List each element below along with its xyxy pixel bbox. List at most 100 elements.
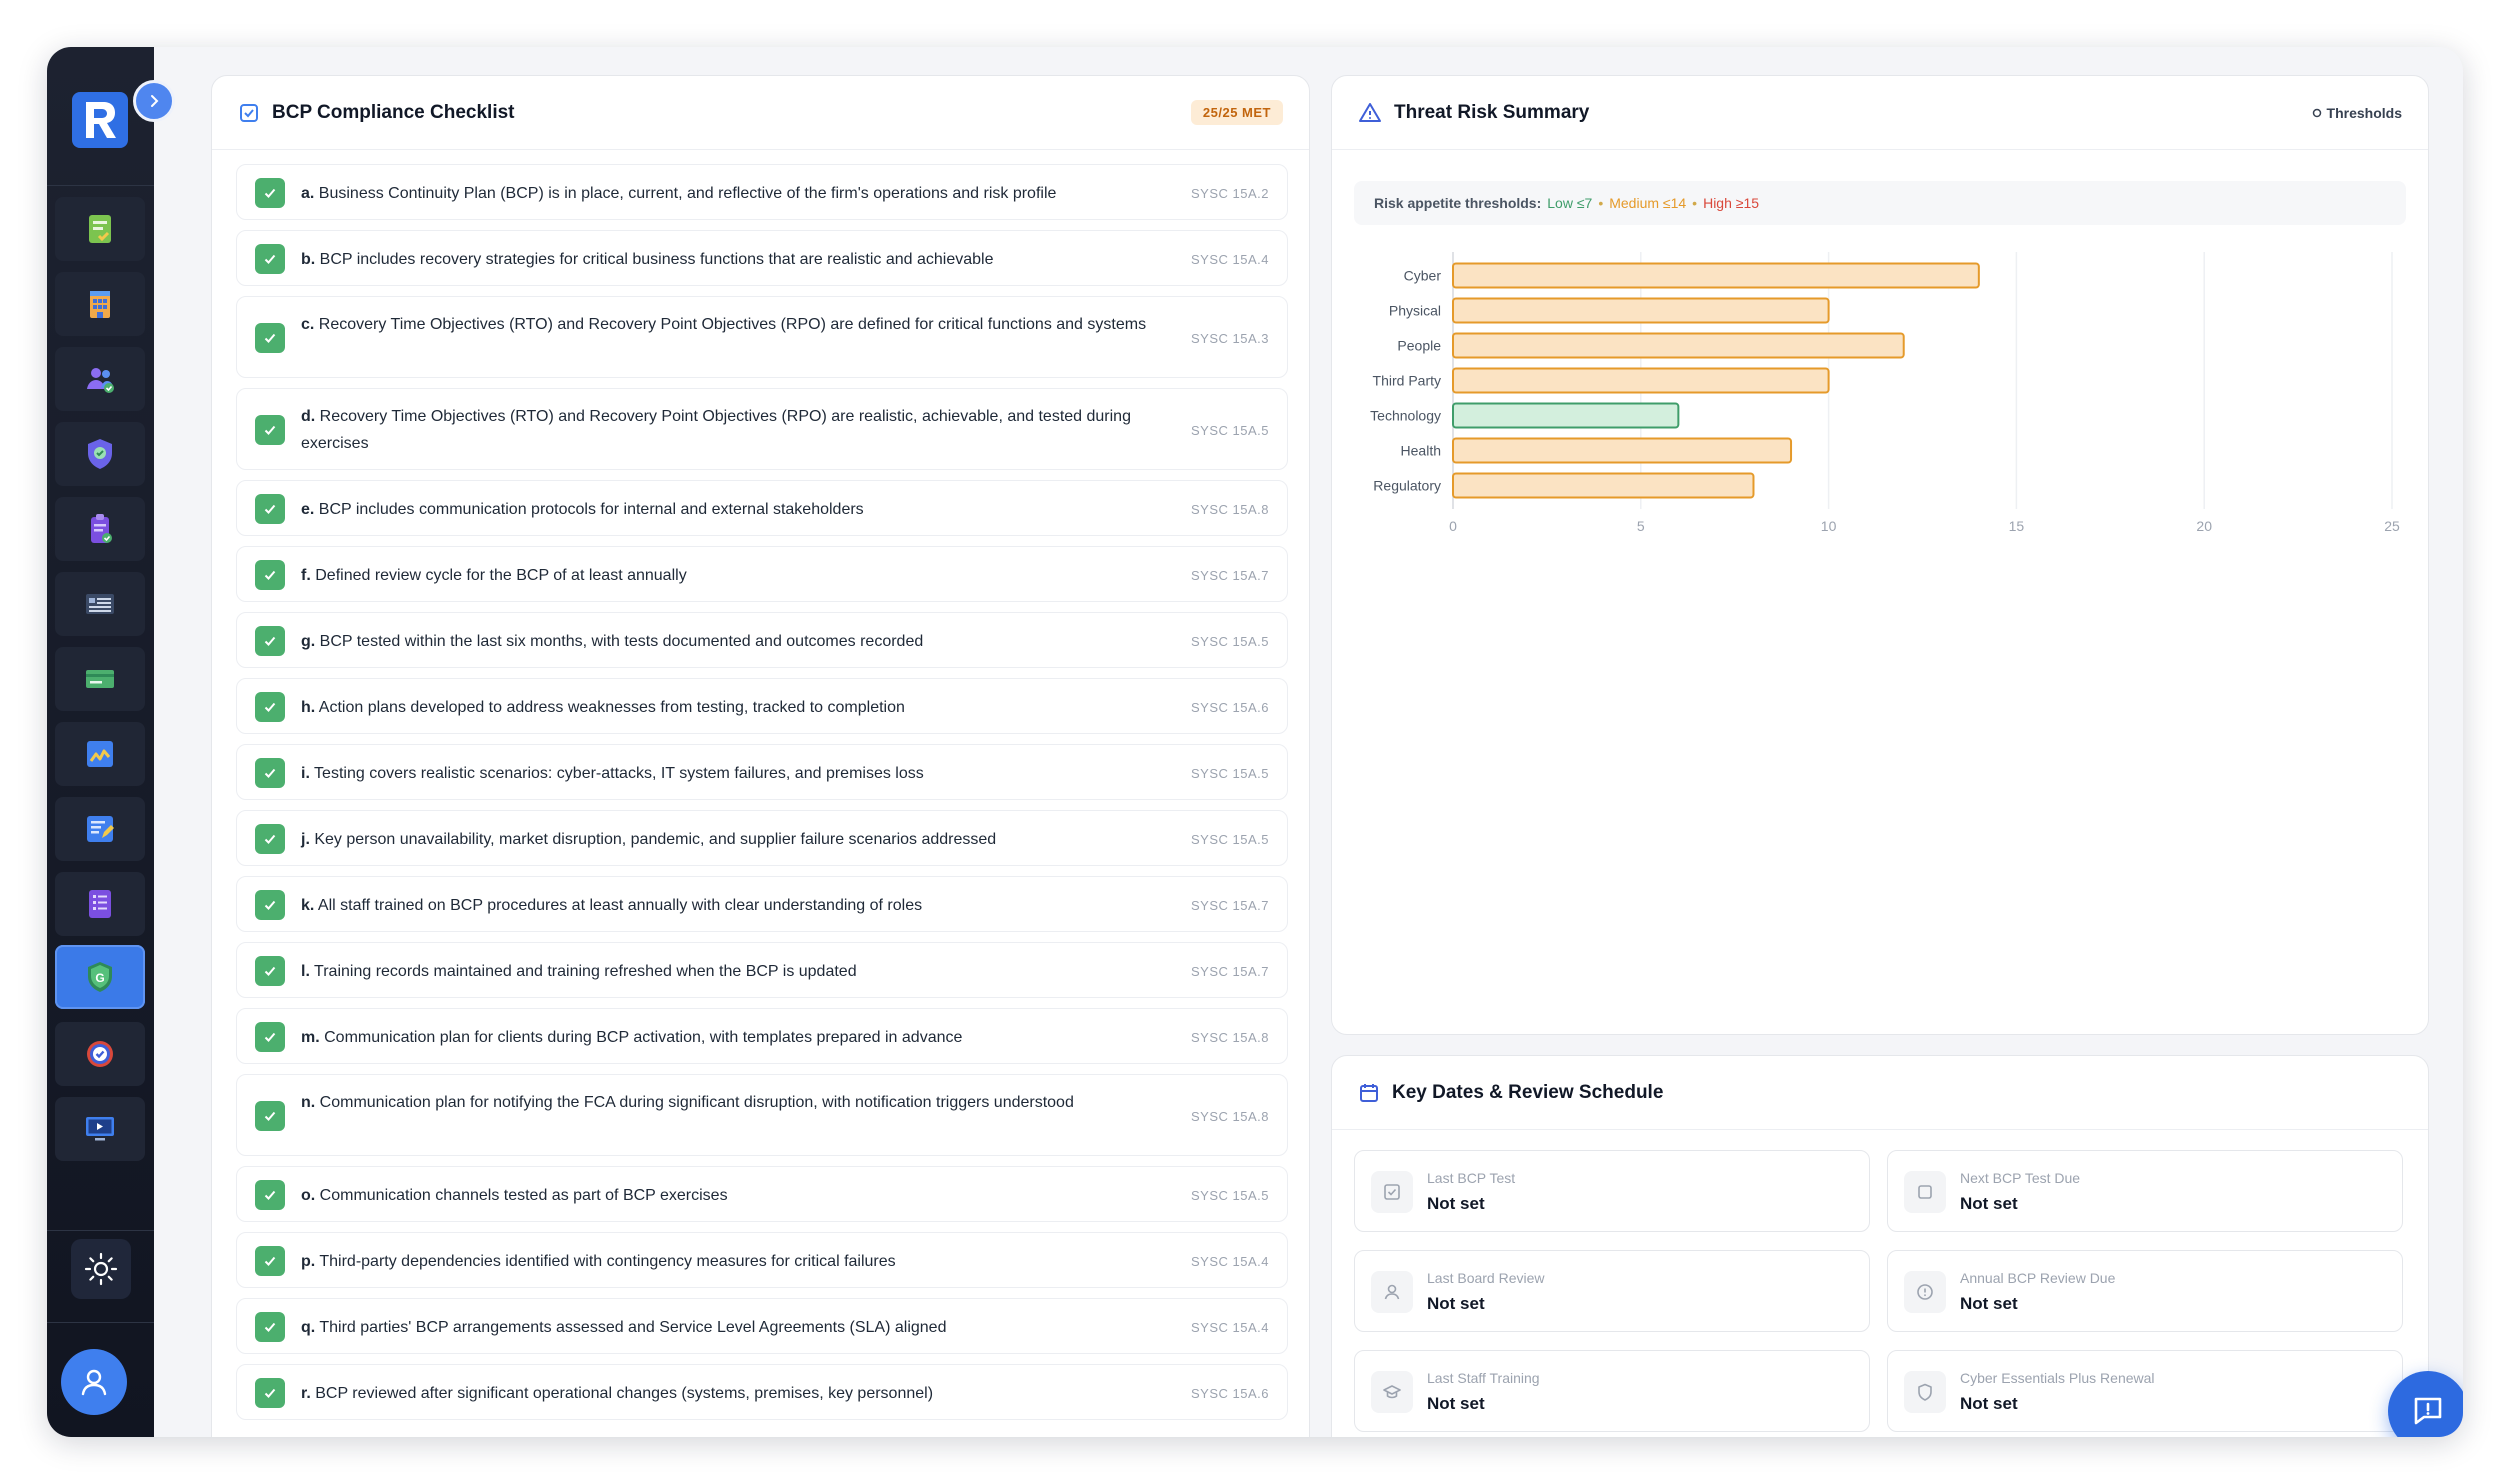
checklist-item-text: f. Defined review cycle for the BCP of a… (301, 562, 1181, 589)
risk-bar[interactable] (1452, 297, 1830, 324)
checklist-item-key: p. (301, 1252, 316, 1270)
checklist-item-key: g. (301, 632, 316, 650)
nav-item-business-continuity[interactable]: G (55, 945, 145, 1009)
nav-item-audit[interactable] (55, 1022, 145, 1086)
checklist-item-key: n. (301, 1094, 316, 1111)
nav-item-security[interactable] (55, 422, 145, 486)
key-date-card[interactable]: Cyber Essentials Plus Renewal Not set (1887, 1350, 2403, 1432)
risk-bar[interactable] (1452, 332, 1905, 359)
checklist-checkbox[interactable] (255, 758, 285, 788)
key-date-icon-box (1371, 1371, 1413, 1413)
checklist-item-key: e. (301, 500, 315, 518)
checklist-item: a. Business Continuity Plan (BCP) is in … (236, 164, 1288, 220)
task-list-icon (89, 890, 111, 918)
checklist-item-reference: SYSC 15A.2 (1191, 185, 1269, 201)
checklist-checkbox[interactable] (255, 1101, 285, 1131)
risk-bar[interactable] (1452, 402, 1680, 429)
checklist-item-label: Recovery Time Objectives (RTO) and Recov… (301, 408, 1131, 452)
checklist-checkbox[interactable] (255, 560, 285, 590)
checklist-checkbox[interactable] (255, 692, 285, 722)
check-icon (264, 1190, 276, 1200)
square-icon (1918, 1185, 1932, 1199)
checklist-item-key: d. (301, 408, 316, 425)
checklist-item: r. BCP reviewed after significant operat… (236, 1364, 1288, 1420)
thresholds-button[interactable]: Thresholds (2312, 105, 2402, 121)
nav-item-forms[interactable] (55, 797, 145, 861)
risk-bar[interactable] (1452, 367, 1830, 394)
checklist-item-reference: SYSC 15A.8 (1191, 1029, 1269, 1045)
sidebar-divider (47, 1230, 154, 1231)
checklist-item: o. Communication channels tested as part… (236, 1166, 1288, 1222)
checklist-checkbox[interactable] (255, 494, 285, 524)
checklist-item-reference: SYSC 15A.4 (1191, 1253, 1269, 1269)
calendar-icon (1360, 1083, 1378, 1102)
user-avatar-button[interactable] (61, 1349, 127, 1415)
checklist-checkbox[interactable] (255, 323, 285, 353)
checklist-item-text: r. BCP reviewed after significant operat… (301, 1380, 1181, 1407)
checklist-checkbox[interactable] (255, 956, 285, 986)
theme-toggle-button[interactable] (71, 1239, 131, 1299)
checklist-item: l. Training records maintained and train… (236, 942, 1288, 998)
shield-check-icon (88, 439, 112, 469)
nav-item-policies[interactable] (55, 197, 145, 261)
checklist-item-text: j. Key person unavailability, market dis… (301, 826, 1181, 853)
checklist-item-reference: SYSC 15A.6 (1191, 1385, 1269, 1401)
checklist-item-label: Communication channels tested as part of… (319, 1186, 728, 1204)
nav-item-payments[interactable] (55, 647, 145, 711)
key-date-card[interactable]: Annual BCP Review Due Not set (1887, 1250, 2403, 1332)
checklist-checkbox[interactable] (255, 415, 285, 445)
key-date-card[interactable]: Next BCP Test Due Not set (1887, 1150, 2403, 1232)
checklist-item: b. BCP includes recovery strategies for … (236, 230, 1288, 286)
key-date-label: Annual BCP Review Due (1960, 1270, 2116, 1286)
key-date-value: Not set (1427, 1194, 1485, 1213)
checklist-checkbox[interactable] (255, 824, 285, 854)
sidebar-collapse-button[interactable] (133, 80, 175, 122)
y-category-label: Cyber (1404, 268, 1442, 284)
card-icon (86, 670, 114, 688)
checklist-item-label: Defined review cycle for the BCP of at l… (315, 566, 687, 584)
nav-item-training[interactable] (55, 1097, 145, 1161)
key-date-card[interactable]: Last Staff Training Not set (1354, 1350, 1870, 1432)
checklist-item-label: Key person unavailability, market disrup… (314, 830, 997, 848)
check-icon (264, 504, 276, 514)
risk-bar[interactable] (1452, 262, 1980, 289)
key-date-card[interactable]: Last Board Review Not set (1354, 1250, 1870, 1332)
check-icon (264, 636, 276, 646)
checklist-item-reference: SYSC 15A.5 (1191, 633, 1269, 649)
checklist-item-reference: SYSC 15A.3 (1191, 330, 1269, 346)
checklist-checkbox[interactable] (255, 1312, 285, 1342)
key-date-label: Last Staff Training (1427, 1370, 1540, 1386)
risk-bar[interactable] (1452, 437, 1793, 464)
user-icon (81, 1369, 107, 1396)
nav-item-tasks[interactable] (55, 872, 145, 936)
checklist-item: f. Defined review cycle for the BCP of a… (236, 546, 1288, 602)
monitor-play-icon (86, 1117, 114, 1141)
checklist-checkbox[interactable] (255, 1246, 285, 1276)
threat-header: Threat Risk Summary Thresholds (1332, 76, 2428, 150)
users-icon (87, 368, 114, 393)
risk-bar[interactable] (1452, 472, 1755, 499)
y-category-label: People (1397, 338, 1441, 354)
checklist-checkbox[interactable] (255, 178, 285, 208)
nav-item-people[interactable] (55, 347, 145, 411)
app-logo[interactable] (72, 92, 128, 148)
nav-item-reports[interactable] (55, 722, 145, 786)
checklist-checkbox[interactable] (255, 1022, 285, 1052)
checklist-checkbox[interactable] (255, 626, 285, 656)
key-date-card[interactable]: Last BCP Test Not set (1354, 1150, 1870, 1232)
checklist-checkbox[interactable] (255, 890, 285, 920)
threshold-separator: • (1692, 195, 1698, 211)
check-icon (264, 1111, 276, 1121)
nav-item-compliance-docs[interactable] (55, 497, 145, 561)
checklist-checkbox[interactable] (255, 1378, 285, 1408)
nav-item-registers[interactable] (55, 572, 145, 636)
graduation-cap-icon (1383, 1385, 1401, 1399)
checklist-checkbox[interactable] (255, 1180, 285, 1210)
key-date-value: Not set (1960, 1294, 2018, 1313)
checklist-item-text: g. BCP tested within the last six months… (301, 628, 1181, 655)
nav-item-organisation[interactable] (55, 272, 145, 336)
sidebar-divider (47, 1322, 154, 1323)
checklist-item-label: Testing covers realistic scenarios: cybe… (314, 764, 924, 782)
key-dates-title: Key Dates & Review Schedule (1392, 1081, 1664, 1103)
checklist-checkbox[interactable] (255, 244, 285, 274)
